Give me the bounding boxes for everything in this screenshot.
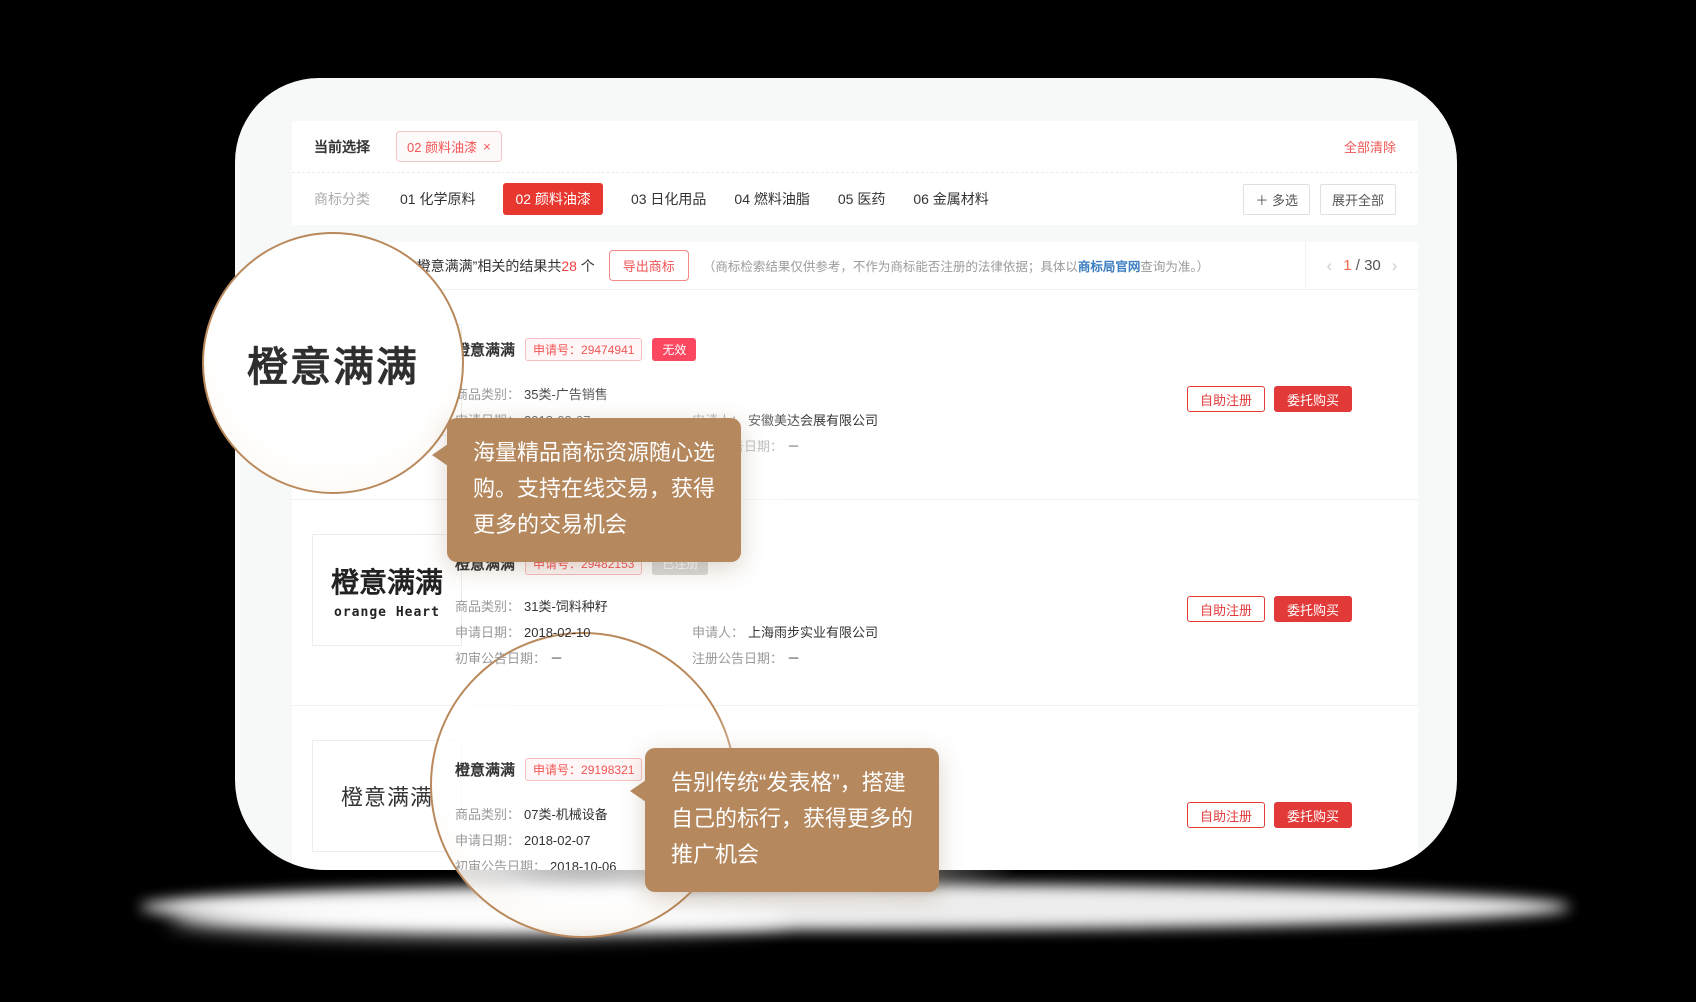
entrust-purchase-button[interactable]: 委托购买 (1274, 802, 1352, 828)
entrust-purchase-button[interactable]: 委托购买 (1274, 596, 1352, 622)
results-count-number: 28 (561, 258, 577, 274)
trademark-image: 橙意满满 orange Heart (312, 534, 462, 646)
tooltip-arrow-left-icon (630, 780, 646, 802)
results-summary: 当前为您检索到“橙意满满”相关的结果共28 个 导出商标 （商标检索结果仅供参考… (292, 242, 1305, 289)
category-actions: ＋ 多选 展开全部 (1243, 184, 1396, 215)
category-label: 商标分类 (314, 189, 370, 209)
self-register-button[interactable]: 自助注册 (1187, 802, 1265, 828)
apply-date-value: 2018-02-07 (524, 833, 591, 848)
selected-filter-chip-label: 02 颜料油漆 (407, 137, 477, 156)
current-selection-row: 当前选择 02 颜料油漆 × 全部清除 (292, 121, 1418, 173)
category-item-03[interactable]: 03 日化用品 (631, 189, 706, 209)
application-number-tag: 申请号：29474941 (525, 338, 642, 361)
pagination-pages: 1 / 30 (1343, 257, 1381, 274)
category-item-05[interactable]: 05 医药 (838, 189, 885, 209)
category-item-06[interactable]: 06 金属材料 (913, 189, 988, 209)
category-item-02-active[interactable]: 02 颜料油漆 (503, 183, 602, 215)
selected-filter-chip[interactable]: 02 颜料油漆 × (396, 131, 502, 162)
pagination-prev-icon[interactable]: ‹ (1327, 256, 1333, 276)
filter-panel: 当前选择 02 颜料油漆 × 全部清除 商标分类 01 化学原料 02 颜料油漆… (292, 121, 1418, 225)
current-selection-label: 当前选择 (314, 137, 370, 157)
entrust-purchase-button[interactable]: 委托购买 (1274, 386, 1352, 412)
category-value: 07类-机械设备 (524, 807, 608, 822)
category-item-01[interactable]: 01 化学原料 (400, 189, 475, 209)
tooltip-arrow-left-icon (432, 444, 448, 466)
chip-close-icon[interactable]: × (483, 139, 491, 154)
row-actions: 自助注册 委托购买 (1187, 386, 1352, 412)
export-trademarks-button[interactable]: 导出商标 (609, 250, 689, 281)
status-badge: 无效 (652, 338, 696, 361)
magnified-trademark-text: 橙意满满 (247, 333, 419, 393)
trademark-title: 橙意满满 (455, 759, 515, 780)
row-actions: 自助注册 委托购买 (1187, 596, 1352, 622)
marketing-tooltip-trade: 海量精品商标资源随心选 购。支持在线交易，获得 更多的交易机会 (447, 418, 741, 562)
pagination-current: 1 (1343, 257, 1351, 274)
self-register-button[interactable]: 自助注册 (1187, 596, 1265, 622)
category-value: 31类-饲料种籽 (524, 599, 608, 614)
clear-all-button[interactable]: 全部清除 (1344, 137, 1396, 156)
pagination-next-icon[interactable]: › (1392, 256, 1398, 276)
category-item-04[interactable]: 04 燃料油脂 (734, 189, 809, 209)
results-header: 当前为您检索到“橙意满满”相关的结果共28 个 导出商标 （商标检索结果仅供参考… (292, 242, 1418, 290)
category-row: 商标分类 01 化学原料 02 颜料油漆 03 日化用品 04 燃料油脂 05 … (292, 173, 1418, 225)
results-disclaimer: （商标检索结果仅供参考，不作为商标能否注册的法律依据；具体以商标局官网查询为准。… (703, 256, 1209, 275)
self-register-button[interactable]: 自助注册 (1187, 386, 1265, 412)
trademark-title: 橙意满满 (455, 339, 515, 360)
apply-date-value: 2018-02-10 (524, 625, 591, 640)
row-actions: 自助注册 委托购买 (1187, 802, 1352, 828)
trademark-image-subtext: orange Heart (334, 605, 440, 620)
pagination-total: 30 (1364, 257, 1381, 274)
expand-all-button[interactable]: 展开全部 (1320, 184, 1396, 215)
magnifier-circle: 橙意满满 (202, 232, 464, 494)
trademark-office-link[interactable]: 商标局官网 (1078, 260, 1141, 274)
applicant-value: 上海雨步实业有限公司 (748, 625, 878, 640)
marketing-tooltip-promo: 告别传统“发表格”，搭建 自己的标行，获得更多的 推广机会 (645, 748, 939, 892)
multi-select-button[interactable]: ＋ 多选 (1243, 184, 1310, 215)
pagination: ‹ 1 / 30 › (1305, 242, 1418, 289)
